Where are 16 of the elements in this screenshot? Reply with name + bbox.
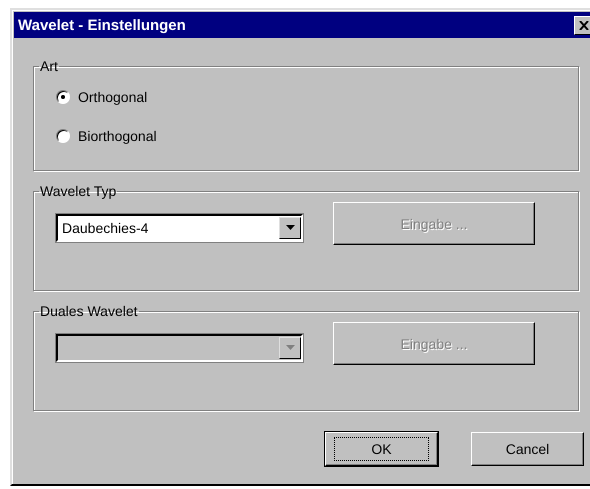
caret-icon — [286, 345, 294, 350]
close-button[interactable] — [574, 16, 590, 34]
dialog-button[interactable]: Cancel — [471, 432, 584, 466]
dropdown-arrow-button[interactable] — [279, 216, 301, 238]
radio-label[interactable]: Biorthogonal — [78, 128, 157, 144]
radio-label[interactable]: Orthogonal — [78, 89, 148, 105]
dropdown-field[interactable]: Daubechies-4 — [56, 214, 303, 242]
radio-button[interactable] — [56, 90, 70, 104]
caret-icon — [286, 225, 294, 230]
radio-button[interactable] — [56, 129, 70, 143]
group-label: Art — [39, 58, 59, 74]
dialog-button[interactable]: OK — [325, 432, 438, 466]
group-label: Wavelet Typ — [39, 183, 118, 199]
window-title: Wavelet - Einstellungen — [18, 16, 186, 34]
close-icon — [579, 20, 589, 30]
group-label: Duales Wavelet — [39, 303, 139, 319]
